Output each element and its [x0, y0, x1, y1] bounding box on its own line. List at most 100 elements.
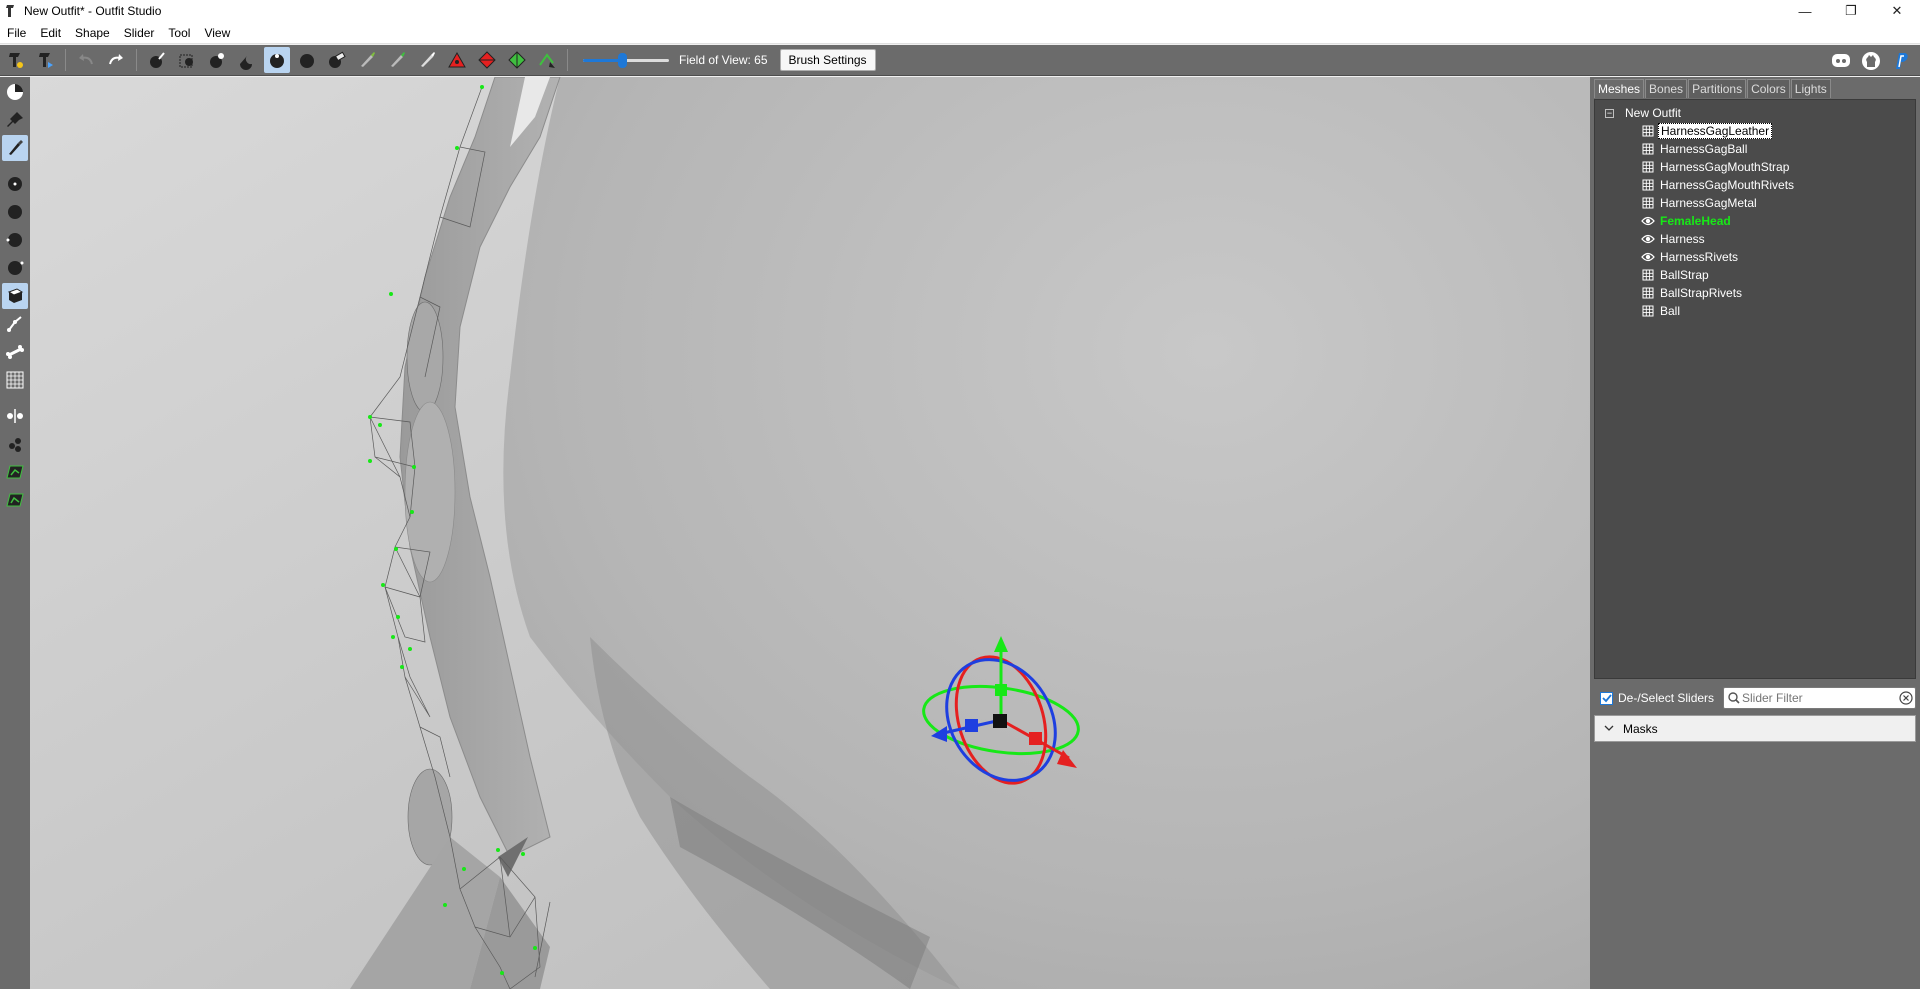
select-sliders-checkbox[interactable] — [1600, 691, 1613, 705]
mesh-grid-icon[interactable] — [1641, 124, 1655, 138]
paypal-icon[interactable] — [1888, 48, 1914, 74]
pin-tool-icon[interactable] — [2, 107, 28, 133]
tree-item-label: HarnessGagBall — [1660, 142, 1748, 156]
menu-shape[interactable]: Shape — [68, 26, 117, 40]
select-tool-icon[interactable] — [2, 79, 28, 105]
brush-size-medium-icon[interactable] — [2, 199, 28, 225]
3d-viewport[interactable] — [30, 77, 1590, 989]
connected-only-icon[interactable] — [2, 459, 28, 485]
tree-item-label: BallStrapRivets — [1660, 286, 1743, 300]
alpha-brush-icon[interactable] — [384, 47, 410, 73]
undo-icon[interactable] — [73, 47, 99, 73]
close-button[interactable]: ✕ — [1874, 0, 1920, 22]
minimize-button[interactable]: — — [1782, 0, 1828, 22]
delete-vertex-icon[interactable] — [534, 47, 560, 73]
transform-icon[interactable] — [2, 283, 28, 309]
inflate-brush-icon[interactable] — [144, 47, 170, 73]
smooth-brush-icon[interactable] — [264, 47, 290, 73]
undiff-brush-icon[interactable] — [294, 47, 320, 73]
new-project-icon[interactable] — [2, 47, 28, 73]
wireframe-grid-icon[interactable] — [2, 367, 28, 393]
menu-file[interactable]: File — [0, 26, 33, 40]
deflate-brush-icon[interactable] — [204, 47, 230, 73]
brush-tool-icon[interactable] — [2, 135, 28, 161]
tree-item[interactable]: BallStrap — [1595, 266, 1915, 284]
menu-bar: File Edit Shape Slider Tool View — [0, 22, 1920, 44]
tab-bones[interactable]: Bones — [1645, 79, 1688, 98]
tree-item[interactable]: Ball — [1595, 302, 1915, 320]
tree-item-label: Ball — [1660, 304, 1681, 318]
tree-item[interactable]: HarnessGagMouthRivets — [1595, 176, 1915, 194]
tab-lights[interactable]: Lights — [1790, 79, 1831, 98]
load-outfit-icon[interactable] — [32, 47, 58, 73]
menu-tool[interactable]: Tool — [161, 26, 197, 40]
tab-colors[interactable]: Colors — [1747, 79, 1790, 98]
chevron-down-icon — [1604, 725, 1614, 731]
brush-size-small-icon[interactable] — [2, 171, 28, 197]
brush-size-large-icon[interactable] — [2, 227, 28, 253]
tree-root-label: New Outfit — [1625, 106, 1682, 120]
mesh-grid-icon[interactable] — [1641, 268, 1655, 282]
vertex-select-icon[interactable] — [2, 431, 28, 457]
window-title: New Outfit* - Outfit Studio — [24, 4, 162, 18]
collapse-icon[interactable]: − — [1605, 108, 1614, 118]
mesh-grid-icon[interactable] — [1641, 178, 1655, 192]
github-icon[interactable] — [1858, 48, 1884, 74]
discord-icon[interactable] — [1828, 48, 1854, 74]
tree-item[interactable]: HarnessRivets — [1595, 248, 1915, 266]
mesh-grid-icon[interactable] — [1641, 160, 1655, 174]
tree-item[interactable]: HarnessGagLeather — [1595, 122, 1915, 140]
color-brush-icon[interactable] — [354, 47, 380, 73]
slider-toolbar: De-/Select Sliders — [1594, 685, 1916, 711]
split-edge-icon[interactable] — [504, 47, 530, 73]
search-icon — [1728, 692, 1740, 704]
eye-icon[interactable] — [1641, 232, 1655, 246]
tree-root-item[interactable]: − New Outfit — [1595, 104, 1915, 122]
brush-strength-icon[interactable] — [2, 255, 28, 281]
clear-icon[interactable] — [1897, 690, 1915, 706]
mesh-grid-icon[interactable] — [1641, 196, 1655, 210]
pivot-icon[interactable] — [2, 311, 28, 337]
mesh-grid-icon[interactable] — [1641, 286, 1655, 300]
mask-brush-icon[interactable] — [174, 47, 200, 73]
tree-item[interactable]: HarnessGagBall — [1595, 140, 1915, 158]
restore-button[interactable]: ❐ — [1828, 0, 1874, 22]
tree-item-label: Harness — [1660, 232, 1705, 246]
menu-view[interactable]: View — [197, 26, 237, 40]
fov-slider[interactable] — [583, 50, 669, 70]
select-sliders-label: De-/Select Sliders — [1618, 691, 1715, 705]
masks-section-header[interactable]: Masks — [1594, 715, 1916, 742]
tree-item[interactable]: BallStrapRivets — [1595, 284, 1915, 302]
tree-item-label: HarnessGagMouthRivets — [1660, 178, 1795, 192]
menu-slider[interactable]: Slider — [117, 26, 162, 40]
erase-icon[interactable] — [324, 47, 350, 73]
tree-item[interactable]: HarnessGagMetal — [1595, 194, 1915, 212]
move-brush-icon[interactable] — [234, 47, 260, 73]
mesh-grid-icon[interactable] — [1641, 142, 1655, 156]
menu-edit[interactable]: Edit — [33, 26, 68, 40]
left-tool-strip — [0, 77, 30, 989]
triangle-collapse-icon[interactable] — [444, 47, 470, 73]
bone-icon[interactable] — [2, 339, 28, 365]
weight-brush-icon[interactable] — [414, 47, 440, 73]
tree-item-label: BallStrap — [1660, 268, 1709, 282]
brush-settings-button[interactable]: Brush Settings — [779, 49, 876, 71]
collision-icon[interactable] — [2, 487, 28, 513]
mesh-tree: − New Outfit HarnessGagLeather HarnessGag… — [1594, 99, 1916, 679]
eye-icon[interactable] — [1641, 214, 1655, 228]
tab-partitions[interactable]: Partitions — [1688, 79, 1747, 98]
tab-meshes[interactable]: Meshes — [1594, 79, 1645, 98]
tree-item[interactable]: Harness — [1595, 230, 1915, 248]
panel-tabs: Meshes Bones Partitions Colors Lights — [1594, 79, 1832, 98]
mirror-icon[interactable] — [2, 403, 28, 429]
flip-edge-icon[interactable] — [474, 47, 500, 73]
slider-filter-input[interactable] — [1742, 691, 1897, 705]
tree-item-label: HarnessGagLeather — [1658, 123, 1773, 139]
main-toolbar: Field of View: 65 Brush Settings — [0, 45, 1920, 76]
mesh-grid-icon[interactable] — [1641, 304, 1655, 318]
right-panel: Meshes Bones Partitions Colors Lights − … — [1590, 77, 1920, 989]
redo-icon[interactable] — [103, 47, 129, 73]
tree-item[interactable]: HarnessGagMouthStrap — [1595, 158, 1915, 176]
tree-item[interactable]: FemaleHead — [1595, 212, 1915, 230]
eye-icon[interactable] — [1641, 250, 1655, 264]
